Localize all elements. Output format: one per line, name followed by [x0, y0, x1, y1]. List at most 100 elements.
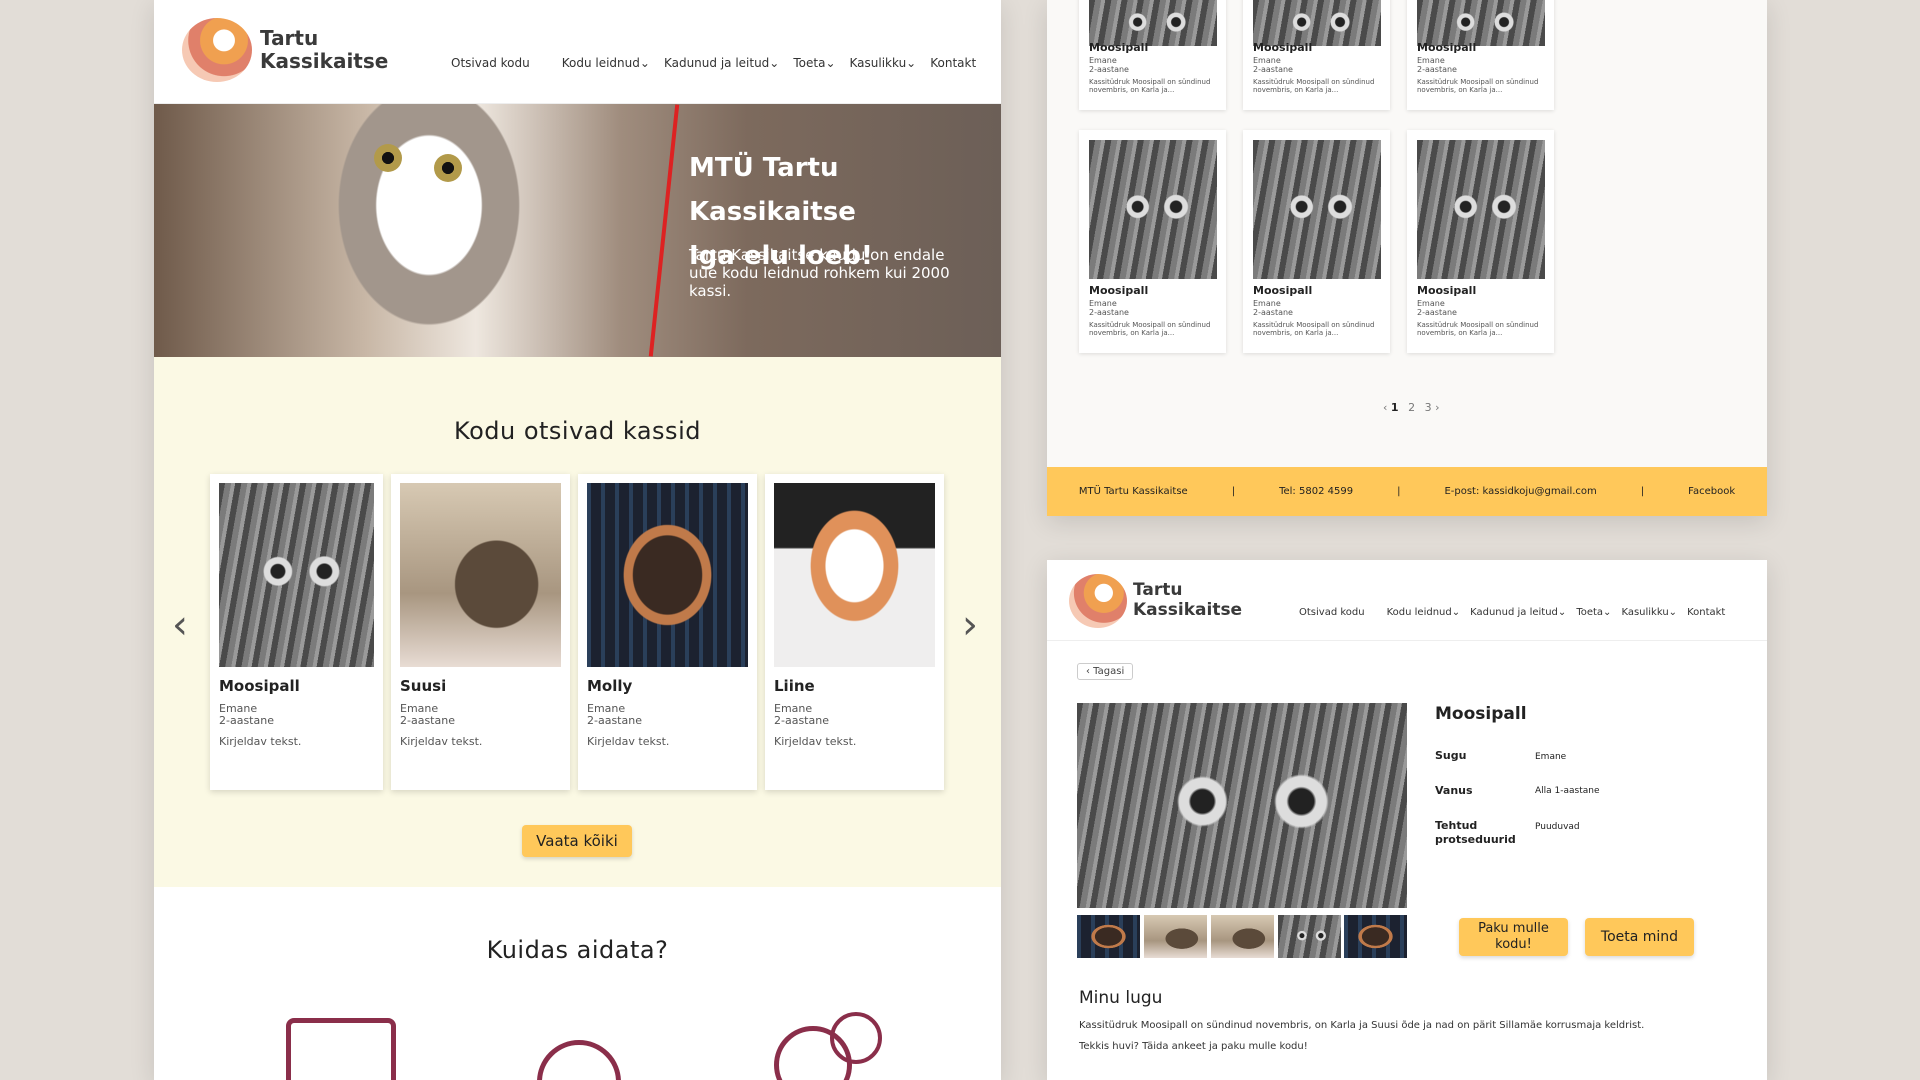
cat-name: Moosipall: [1253, 41, 1313, 54]
photo-thumbnail[interactable]: [1144, 915, 1207, 958]
chevron-down-icon: ⌄: [639, 56, 650, 70]
nav-kodu-leidnud[interactable]: Kodu leidnud⌄: [1387, 607, 1461, 618]
cat-card[interactable]: Molly Emane 2-aastane Kirjeldav tekst.: [578, 474, 757, 790]
nav-kasulikku[interactable]: Kasulikku⌄: [850, 56, 917, 70]
cat-desc: Kirjeldav tekst.: [219, 735, 302, 748]
nav-kontakt[interactable]: Kontakt: [1687, 607, 1725, 618]
chevron-down-icon: ⌄: [825, 56, 836, 70]
photo-thumbnail[interactable]: [1278, 915, 1341, 958]
all-cats-panel: Moosipall Emane 2-aastane Kassitüdruk Mo…: [1047, 0, 1767, 516]
cat-card[interactable]: Liine Emane 2-aastane Kirjeldav tekst.: [765, 474, 944, 790]
nav-kodu-leidnud[interactable]: Kodu leidnud⌄: [562, 56, 650, 70]
nav-toeta[interactable]: Toeta⌄: [1576, 607, 1611, 618]
cat-desc: Kassitüdruk Moosipall on sündinud novemb…: [1089, 321, 1211, 337]
pager-prev-icon[interactable]: ‹: [1383, 401, 1387, 414]
field-value: Alla 1-aastane: [1535, 786, 1600, 796]
cat-photo: [219, 483, 374, 667]
story-text: Kassitüdruk Moosipall on sündinud novemb…: [1079, 1020, 1645, 1031]
chevron-down-icon: ⌄: [1557, 607, 1567, 618]
footer-email[interactable]: E-post: kassidkoju@gmail.com: [1444, 486, 1596, 497]
cat-name: Suusi: [400, 677, 447, 695]
page-link[interactable]: 1: [1391, 401, 1399, 414]
hero-text: Tartu Kassikaitse kaudu on endale uue ko…: [689, 246, 950, 300]
home-paw-icon: [286, 1018, 396, 1080]
cat-card[interactable]: Moosipall Emane 2-aastane Kassitüdruk Mo…: [1079, 0, 1226, 110]
field-label: Vanus: [1435, 784, 1473, 797]
cat-photo: [1253, 0, 1381, 46]
cat-card[interactable]: Moosipall Emane 2-aastane Kassitüdruk Mo…: [1407, 0, 1554, 110]
prev-arrow-icon[interactable]: ‹: [172, 602, 188, 648]
page-link[interactable]: 3: [1425, 401, 1432, 414]
nav-kadunud-ja-leitud[interactable]: Kadunud ja leitud⌄: [664, 56, 779, 70]
footer-phone: Tel: 5802 4599: [1279, 486, 1354, 497]
chevron-down-icon: ⌄: [906, 56, 917, 70]
nav-kasulikku[interactable]: Kasulikku⌄: [1621, 607, 1677, 618]
nav-kadunud-ja-leitud[interactable]: Kadunud ja leitud⌄: [1470, 607, 1566, 618]
cat-detail-panel: Tartu Kassikaitse Otsivad kodu Kodu leid…: [1047, 560, 1767, 1080]
cat-card[interactable]: Moosipall Emane 2-aastane Kassitüdruk Mo…: [1243, 0, 1390, 110]
field-label: Tehtud protseduurid: [1435, 819, 1516, 846]
cat-card[interactable]: Suusi Emane 2-aastane Kirjeldav tekst.: [391, 474, 570, 790]
cat-sex: Emane: [1089, 56, 1117, 65]
cat-desc: Kassitüdruk Moosipall on sündinud novemb…: [1417, 78, 1539, 94]
next-arrow-icon[interactable]: ›: [962, 602, 978, 648]
cat-photo: [1089, 0, 1217, 46]
hero-banner: MTÜ Tartu Kassikaitse Iga elu loeb! Tart…: [154, 104, 1001, 357]
offer-home-button[interactable]: Paku mulle kodu!: [1459, 918, 1568, 956]
cat-name: Moosipall: [219, 677, 300, 695]
nav-toeta[interactable]: Toeta⌄: [793, 56, 835, 70]
photo-thumbnail[interactable]: [1344, 915, 1407, 958]
chevron-down-icon: ⌄: [1668, 607, 1678, 618]
cat-age: 2-aastane: [1417, 65, 1457, 74]
cat-age: 2-aastane: [219, 714, 274, 727]
footer-facebook-link[interactable]: Facebook: [1688, 486, 1735, 497]
cat-card[interactable]: Moosipall Emane 2-aastane Kassitüdruk Mo…: [1407, 130, 1554, 353]
cat-bubble-icon: [830, 1012, 882, 1064]
site-logo[interactable]: Tartu Kassikaitse: [182, 18, 388, 82]
cat-age: 2-aastane: [400, 714, 455, 727]
footer-separator: |: [1640, 486, 1645, 497]
hero-cat-image: [314, 104, 544, 357]
support-me-button[interactable]: Toeta mind: [1585, 918, 1694, 956]
cat-sex: Emane: [1089, 299, 1117, 308]
cat-card[interactable]: Moosipall Emane 2-aastane Kassitüdruk Mo…: [1243, 130, 1390, 353]
chevron-down-icon: ⌄: [769, 56, 780, 70]
cat-name: Moosipall: [1417, 41, 1477, 54]
nav-kontakt[interactable]: Kontakt: [930, 56, 976, 70]
cat-card[interactable]: Moosipall Emane 2-aastane Kirjeldav teks…: [210, 474, 383, 790]
help-title: Kuidas aidata?: [486, 936, 669, 964]
main-nav: Otsivad kodu Kodu leidnud⌄ Kadunud ja le…: [451, 56, 976, 70]
cat-desc: Kassitüdruk Moosipall on sündinud novemb…: [1253, 321, 1375, 337]
cat-desc: Kirjeldav tekst.: [400, 735, 483, 748]
back-button[interactable]: ‹ Tagasi: [1077, 663, 1134, 680]
nav-otsivad-kodu[interactable]: Otsivad kodu: [1299, 607, 1365, 618]
footer-org: MTÜ Tartu Kassikaitse: [1078, 486, 1188, 497]
page-link[interactable]: 2: [1408, 401, 1415, 414]
cat-age: 2-aastane: [1253, 65, 1293, 74]
site-logo[interactable]: Tartu Kassikaitse: [1069, 574, 1242, 628]
cat-eye: [374, 144, 402, 172]
nav-otsivad-kodu[interactable]: Otsivad kodu: [451, 56, 530, 70]
main-nav: Otsivad kodu Kodu leidnud⌄ Kadunud ja le…: [1299, 607, 1725, 618]
see-all-button[interactable]: Vaata kõiki: [522, 825, 632, 857]
cat-desc: Kirjeldav tekst.: [587, 735, 670, 748]
cat-photo: [587, 483, 748, 667]
photo-thumbnail[interactable]: [1211, 915, 1274, 958]
cat-card[interactable]: Moosipall Emane 2-aastane Kassitüdruk Mo…: [1079, 130, 1226, 353]
photo-thumbnail[interactable]: [1077, 915, 1140, 958]
field-label: Sugu: [1435, 749, 1467, 762]
pager-next-icon[interactable]: ›: [1435, 401, 1439, 414]
cat-photo: [774, 483, 935, 667]
chevron-down-icon: ⌄: [1603, 607, 1612, 618]
cat-logo-icon: [182, 18, 252, 82]
site-header: Tartu Kassikaitse Otsivad kodu Kodu leid…: [1047, 560, 1767, 641]
cat-sex: Emane: [1417, 56, 1445, 65]
cat-age: 2-aastane: [587, 714, 642, 727]
cat-photo: [1253, 140, 1381, 279]
cat-name: Liine: [774, 677, 815, 695]
cat-age: 2-aastane: [1089, 308, 1129, 317]
cat-photo: [1417, 140, 1545, 279]
cat-name: Molly: [587, 677, 633, 695]
cat-name: Moosipall: [1089, 284, 1149, 297]
logo-line2: Kassikaitse: [260, 49, 389, 73]
